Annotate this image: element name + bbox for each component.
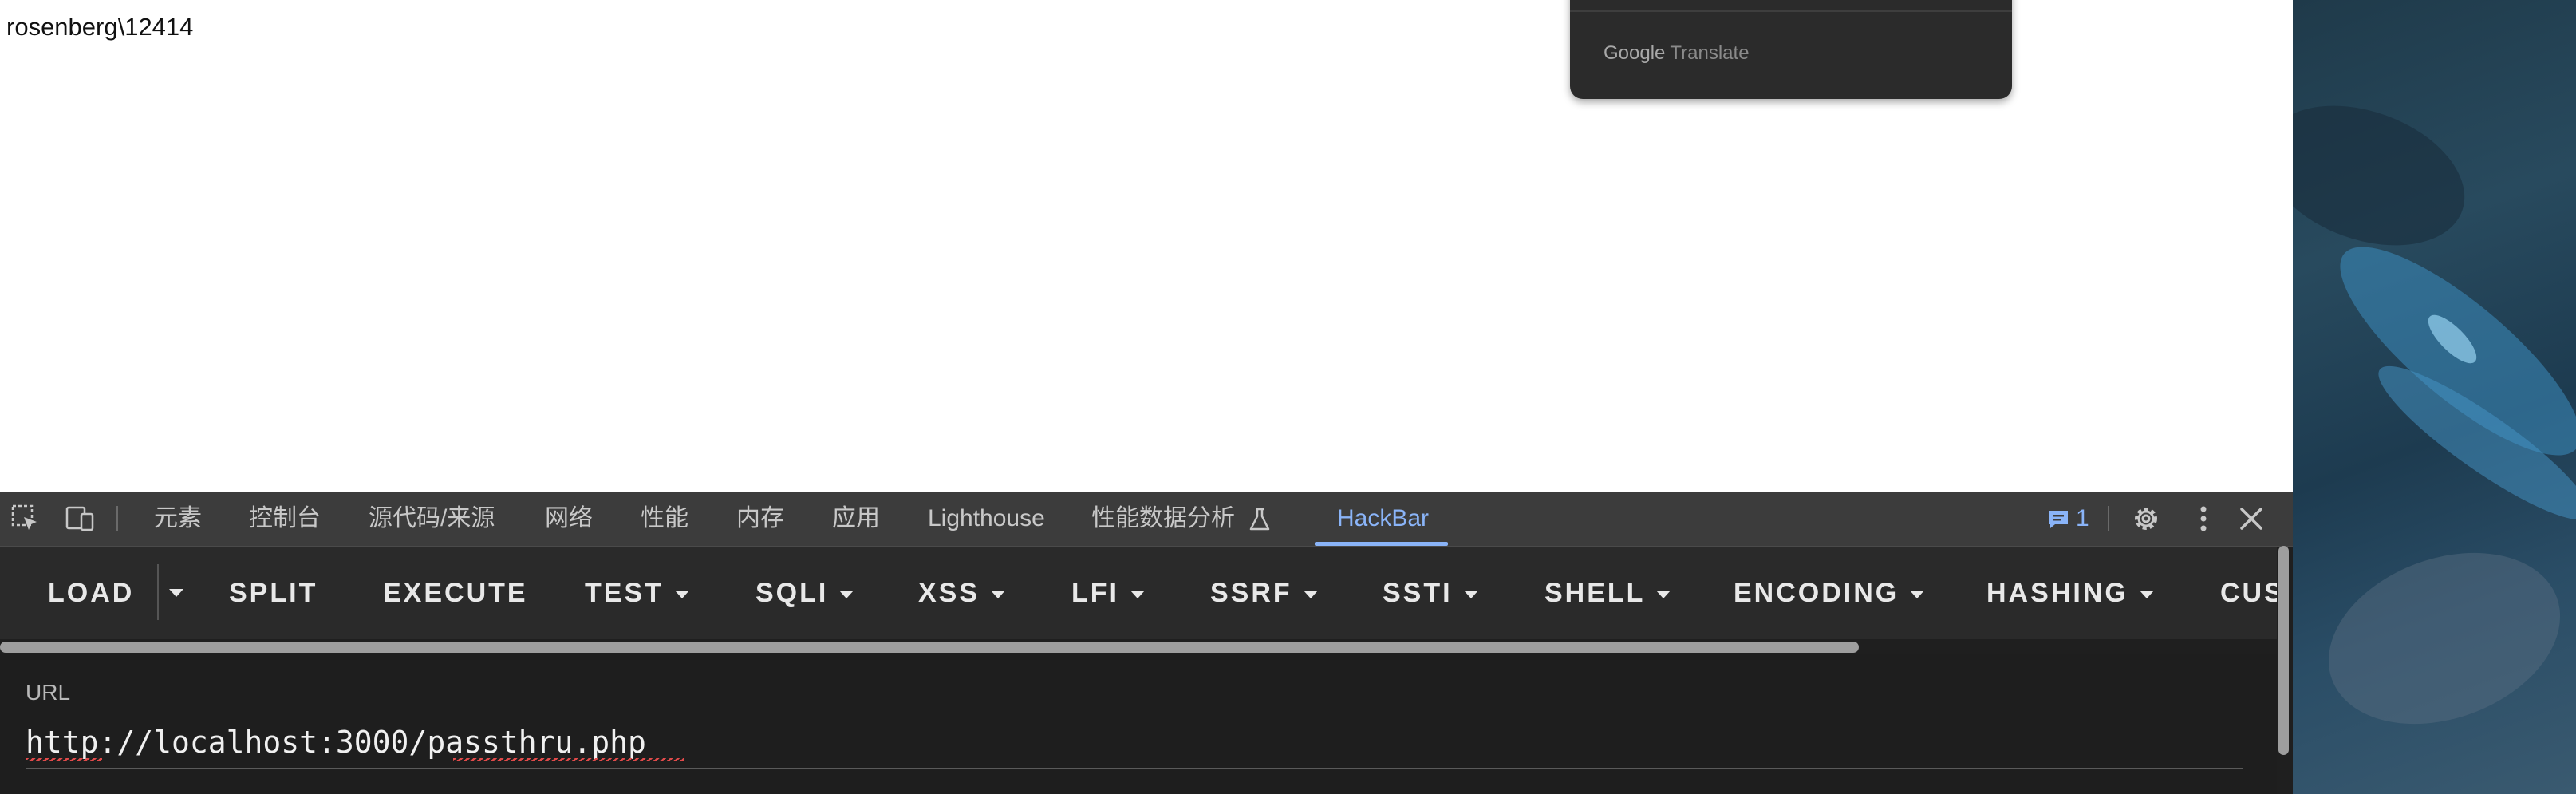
tab-performance-insights-label: 性能数据分析: [1091, 505, 1235, 531]
encoding-menu-button[interactable]: ENCODING: [1734, 547, 1925, 639]
lfi-label: LFI: [1071, 578, 1119, 608]
tab-sources[interactable]: 源代码/来源: [369, 492, 495, 546]
caret-down-icon: [1463, 591, 1478, 599]
xss-label: XSS: [918, 578, 980, 608]
close-icon[interactable]: [2235, 503, 2267, 535]
caret-down-icon: [2139, 591, 2154, 599]
message-icon: [2049, 511, 2068, 529]
tab-elements[interactable]: 元素: [154, 492, 202, 546]
url-section: URL: [0, 654, 2277, 794]
gear-icon[interactable]: [2130, 503, 2162, 535]
issues-count: 1: [2076, 505, 2089, 531]
tab-performance[interactable]: 性能: [641, 492, 688, 546]
hashing-menu-button[interactable]: HASHING: [1986, 547, 2154, 639]
ssti-label: SSTI: [1383, 578, 1453, 608]
test-label: TEST: [585, 578, 664, 608]
devtools-panel: 元素 控制台 源代码/来源 网络 性能 内存 应用 Lighthouse 性能数…: [0, 492, 2293, 794]
shell-label: SHELL: [1544, 578, 1646, 608]
google-translate-brand: Google Translate: [1604, 42, 1750, 65]
caret-down-icon: [991, 591, 1006, 599]
page-body-text: rosenberg\12414: [6, 13, 194, 41]
execute-button[interactable]: EXECUTE: [383, 547, 528, 639]
tab-hackbar[interactable]: HackBar: [1337, 492, 1429, 546]
ssrf-label: SSRF: [1210, 578, 1292, 608]
spellcheck-underline: [453, 758, 684, 761]
popup-divider: [1570, 10, 2012, 12]
tab-console[interactable]: 控制台: [249, 492, 321, 546]
ssrf-menu-button[interactable]: SSRF: [1210, 547, 1318, 639]
caret-down-icon: [1130, 591, 1145, 599]
hashing-label: HASHING: [1986, 578, 2128, 608]
load-split-divider: [157, 564, 159, 620]
tab-memory[interactable]: 内存: [736, 492, 784, 546]
tab-application[interactable]: 应用: [832, 492, 880, 546]
ssti-menu-button[interactable]: SSTI: [1383, 547, 1478, 639]
url-input[interactable]: [26, 717, 2243, 769]
caret-down-icon: [674, 591, 689, 599]
translate-brand-text: Translate: [1670, 42, 1750, 64]
tab-network[interactable]: 网络: [545, 492, 593, 546]
caret-down-icon: [1656, 591, 1671, 599]
device-toolbar-icon[interactable]: [64, 503, 96, 535]
horizontal-scrollbar[interactable]: [0, 642, 1859, 653]
xss-menu-button[interactable]: XSS: [918, 547, 1006, 639]
google-translate-popup: Google Translate: [1570, 0, 2012, 99]
caret-down-icon: [1910, 591, 1925, 599]
tab-performance-insights[interactable]: 性能数据分析: [1091, 492, 1270, 546]
devtools-tab-bar: 元素 控制台 源代码/来源 网络 性能 内存 应用 Lighthouse 性能数…: [0, 492, 2293, 547]
url-label: URL: [26, 680, 71, 705]
active-tab-indicator: [1315, 542, 1448, 546]
browser-page: rosenberg\12414 Google Translate: [0, 0, 2293, 492]
issues-badge[interactable]: 1: [2047, 492, 2089, 546]
load-dropdown-caret[interactable]: [169, 589, 183, 597]
tab-lighthouse[interactable]: Lighthouse: [928, 492, 1045, 546]
caret-down-icon: [1303, 591, 1318, 599]
caret-down-icon: [839, 591, 854, 599]
desktop-wallpaper: [2293, 0, 2576, 794]
vertical-scrollbar[interactable]: [2278, 546, 2289, 755]
sqli-menu-button[interactable]: SQLI: [755, 547, 854, 639]
test-menu-button[interactable]: TEST: [585, 547, 689, 639]
spellcheck-underline: [26, 758, 102, 761]
hackbar-toolbar: LOAD SPLIT EXECUTE TEST SQLI XSS LFI SSR…: [0, 547, 2277, 639]
shell-menu-button[interactable]: SHELL: [1544, 547, 1671, 639]
load-button[interactable]: LOAD: [48, 547, 134, 639]
lfi-menu-button[interactable]: LFI: [1071, 547, 1145, 639]
google-brand-text: Google: [1604, 42, 1666, 64]
more-options-icon[interactable]: [2187, 503, 2219, 535]
tab-separator: [116, 506, 118, 531]
flask-icon: [1250, 508, 1270, 531]
split-button[interactable]: SPLIT: [229, 547, 318, 639]
sqli-label: SQLI: [755, 578, 829, 608]
inspect-element-icon[interactable]: [10, 503, 41, 535]
encoding-label: ENCODING: [1734, 578, 1899, 608]
tab-separator: [2108, 506, 2109, 531]
custom-menu-button[interactable]: CUS: [2220, 547, 2277, 639]
